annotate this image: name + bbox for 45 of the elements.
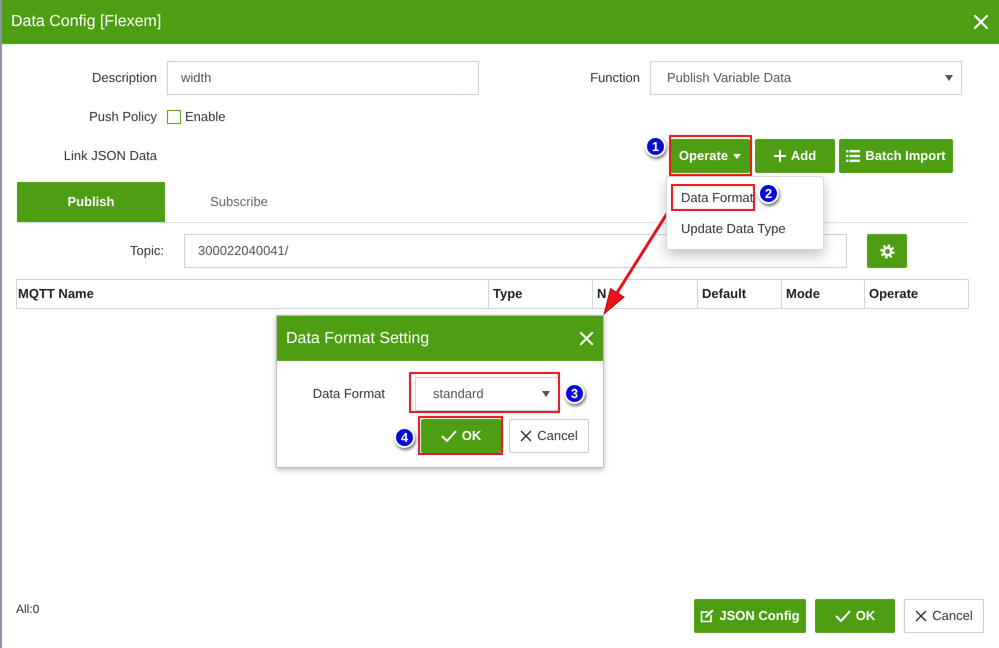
column-header: Type — [493, 285, 522, 304]
field-label: Function — [589, 69, 640, 88]
field-label: Data Format — [312, 385, 385, 404]
description-field[interactable]: width — [167, 61, 479, 95]
plus-icon — [774, 150, 786, 162]
select-value: standard — [433, 385, 484, 404]
cancel-button[interactable]: Cancel — [904, 599, 984, 633]
menu-item[interactable]: Data Format — [667, 182, 754, 213]
step-badge: 4 — [394, 427, 415, 448]
check-icon — [440, 430, 457, 442]
close-icon — [520, 430, 532, 442]
list-icon — [846, 150, 860, 162]
field-label: Push Policy — [88, 108, 157, 126]
close-icon — [579, 331, 594, 346]
close-button[interactable] — [973, 14, 989, 30]
column-header: Mode — [786, 285, 820, 304]
data-format-select[interactable]: standard — [415, 377, 559, 411]
record-count: All:0 — [16, 601, 40, 618]
close-button[interactable] — [579, 331, 594, 346]
field-label: Description — [90, 69, 157, 88]
function-select[interactable]: Publish Variable Data — [650, 61, 962, 95]
checkbox-label: Enable — [185, 108, 226, 126]
dialog-title: Data Format Setting — [286, 328, 430, 348]
close-icon — [915, 610, 928, 622]
close-icon — [973, 14, 989, 30]
field-label: Topic: — [129, 242, 164, 260]
column-header: Operate — [869, 285, 918, 304]
column-header: Default — [702, 285, 746, 304]
field-label: Link JSON Data — [62, 147, 157, 166]
cancel-button[interactable]: Cancel — [509, 419, 589, 453]
checkbox[interactable] — [167, 110, 181, 124]
settings-button[interactable] — [867, 234, 907, 268]
step-badge: 2 — [758, 183, 779, 204]
dropdown-caret-icon — [945, 75, 953, 81]
edit-icon — [700, 609, 714, 623]
caret-down-icon — [733, 154, 742, 158]
step-badge: 1 — [645, 136, 666, 157]
column-header: N — [597, 285, 606, 304]
window-title: Data Config [Flexem] — [11, 12, 162, 32]
dropdown-caret-icon — [542, 391, 550, 397]
select-value: Publish Variable Data — [667, 69, 792, 88]
settings-icon — [880, 244, 894, 258]
column-header: MQTT Name — [18, 285, 94, 304]
check-icon — [834, 610, 851, 622]
step-badge: 3 — [564, 383, 585, 404]
